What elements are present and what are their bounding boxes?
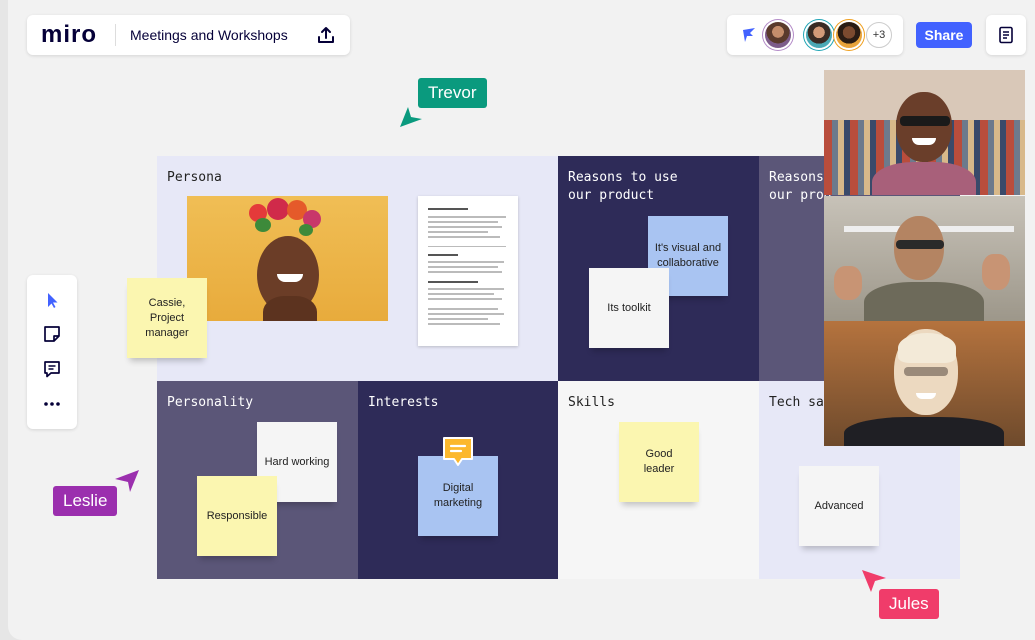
- cursor-label-trevor: Trevor: [418, 78, 487, 108]
- video-tile[interactable]: [824, 196, 1025, 321]
- sticky-note-advanced[interactable]: Advanced: [799, 466, 879, 546]
- comment-icon[interactable]: [42, 359, 62, 379]
- upload-icon[interactable]: [316, 25, 336, 45]
- frame-label: Reasons our prod: [769, 170, 832, 203]
- more-icon[interactable]: [42, 394, 62, 414]
- sticky-note-good-leader[interactable]: Good leader: [619, 422, 699, 502]
- research-document[interactable]: [418, 196, 518, 346]
- frame-label: Reasons to use our product: [568, 170, 678, 203]
- frame-label: Personality: [167, 395, 254, 410]
- select-icon[interactable]: [42, 290, 62, 310]
- video-tile[interactable]: [824, 70, 1025, 195]
- sticky-note-icon[interactable]: [42, 324, 62, 344]
- notes-button[interactable]: [986, 15, 1026, 55]
- cursor-label-leslie: Leslie: [53, 486, 118, 516]
- board-header: miro Meetings and Workshops: [27, 15, 350, 55]
- frame-label: Persona: [167, 170, 222, 185]
- frame-label: Tech sav: [769, 395, 832, 410]
- sticky-note-toolkit[interactable]: Its toolkit: [589, 268, 669, 348]
- sticky-note-responsible[interactable]: Responsible: [197, 476, 277, 556]
- sticky-note-persona[interactable]: Cassie, Project manager: [127, 278, 207, 358]
- frame-label: Skills: [568, 395, 615, 410]
- cursor-pointer-icon: [862, 570, 886, 592]
- presentation-pointer-icon[interactable]: [741, 27, 757, 43]
- miro-logo[interactable]: miro: [41, 21, 113, 49]
- cursor-pointer-icon: [400, 107, 422, 127]
- avatar[interactable]: [806, 22, 832, 48]
- avatar[interactable]: [836, 22, 862, 48]
- cursor-pointer-icon: [115, 470, 139, 492]
- comment-bubble-icon[interactable]: [441, 435, 475, 469]
- more-collaborators-badge[interactable]: +3: [866, 22, 892, 48]
- notes-icon: [999, 26, 1013, 44]
- header-divider: [115, 24, 116, 46]
- video-tile[interactable]: [824, 321, 1025, 446]
- persona-photo[interactable]: [187, 196, 388, 321]
- avatar[interactable]: [765, 22, 791, 48]
- left-toolbar: [27, 275, 77, 429]
- board-title[interactable]: Meetings and Workshops: [130, 27, 288, 43]
- frame-label: Interests: [368, 395, 439, 410]
- share-button[interactable]: Share: [916, 22, 972, 48]
